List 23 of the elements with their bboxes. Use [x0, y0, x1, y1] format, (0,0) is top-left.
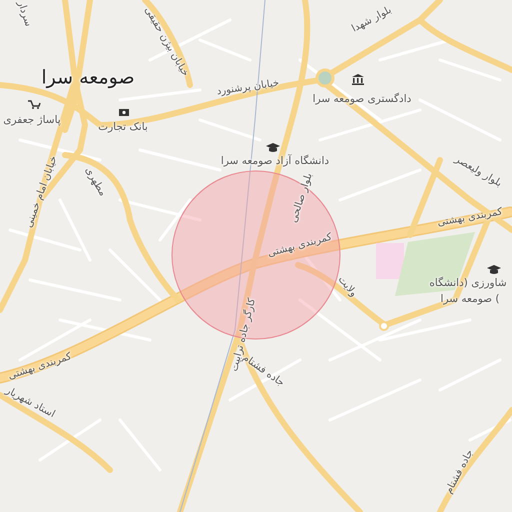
- street-label: مطهری: [82, 166, 108, 198]
- street-label: جاده فشتام: [444, 448, 476, 496]
- street-label: ولایت: [336, 274, 358, 300]
- graduation-cap-icon: [266, 143, 280, 152]
- shopping-cart-icon: [28, 100, 41, 109]
- place-label: بانک تجارت: [98, 122, 148, 132]
- street-label: کمربندی بهشتی: [436, 207, 504, 229]
- street-label: خیابان پرشنورد: [216, 78, 280, 98]
- street-label: خیابان امام خمینی: [24, 154, 60, 230]
- banknote-icon: [119, 109, 129, 116]
- street-label: بلوار صالحی: [289, 172, 315, 224]
- street-label: سردار: [15, 0, 33, 28]
- place-label: شاورزی (دانشگاه: [429, 278, 507, 288]
- street-label: کمربندی بهشتی: [7, 352, 73, 382]
- street-label: بلوار شهدا: [350, 5, 394, 35]
- courthouse-icon: [352, 74, 364, 85]
- street-label: خیابان بیژن حقیقی: [142, 6, 190, 78]
- place-label: پاساژ جعفری: [3, 114, 61, 126]
- street-label: کمربندی بهشتی: [266, 232, 334, 260]
- street-label: بلوار ولیعصر: [453, 154, 503, 190]
- city-label: صومعه سرا: [41, 68, 135, 88]
- graduation-cap-icon: [487, 265, 501, 274]
- street-label: استاد شهریار: [4, 386, 56, 420]
